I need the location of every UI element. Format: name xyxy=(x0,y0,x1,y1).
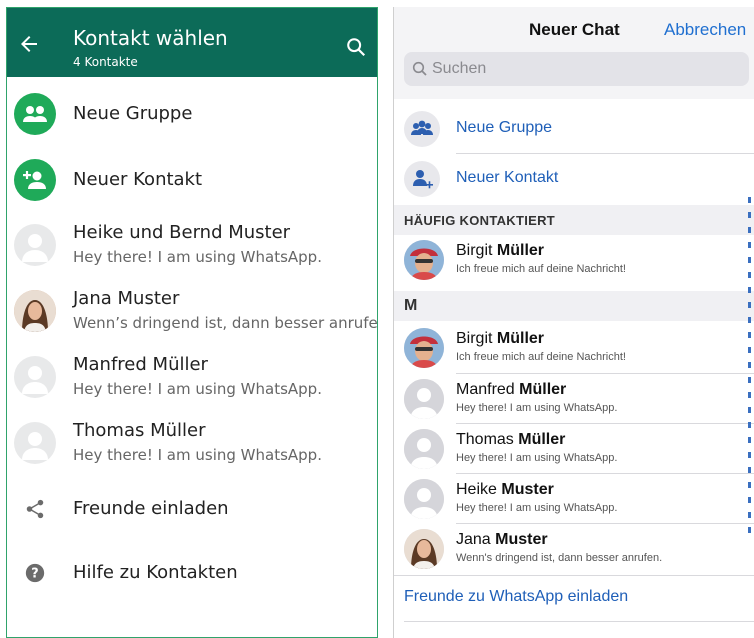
contact-row[interactable]: Manfred Müller Hey there! I am using Wha… xyxy=(7,348,377,408)
contacts-help-label: Hilfe zu Kontakten xyxy=(73,562,238,583)
divider xyxy=(394,575,754,576)
contact-row[interactable]: Thomas Müller Hey there! I am using What… xyxy=(7,414,377,474)
ios-new-chat-screen: Neuer Chat Abbrechen Suchen Neue Gruppe xyxy=(393,7,754,638)
contact-name: Manfred Müller xyxy=(456,381,567,398)
new-contact-label: Neuer Kontakt xyxy=(456,169,559,186)
default-avatar-icon xyxy=(404,379,444,419)
contact-name: Jana Muster xyxy=(73,288,180,309)
contact-name: Birgit Müller xyxy=(456,242,545,259)
new-group-item[interactable]: Neue Gruppe xyxy=(7,85,377,145)
share-icon xyxy=(26,499,44,519)
default-avatar-icon xyxy=(404,479,444,519)
contact-row[interactable]: Jana Muster Wenn's dringend ist, dann be… xyxy=(394,524,754,574)
search-icon[interactable] xyxy=(345,36,367,58)
avatar xyxy=(404,328,444,368)
new-group-label: Neue Gruppe xyxy=(73,103,193,124)
android-app-bar: Kontakt wählen 4 Kontakte xyxy=(7,8,377,77)
section-letter: M xyxy=(404,297,418,314)
invite-friends-label: Freunde einladen xyxy=(73,498,229,519)
avatar xyxy=(14,290,56,332)
contact-status: Hey there! I am using WhatsApp. xyxy=(456,402,618,414)
contact-name: Heike Muster xyxy=(456,481,554,498)
avatar xyxy=(404,529,444,569)
default-avatar-icon xyxy=(14,224,56,266)
ios-navigation-bar: Neuer Chat Abbrechen Suchen xyxy=(394,7,754,99)
search-input[interactable]: Suchen xyxy=(404,52,749,86)
contact-status: Wenn’s dringend ist, dann besser anrufen… xyxy=(73,314,378,332)
contact-status: Wenn's dringend ist, dann besser anrufen… xyxy=(456,552,663,564)
contact-status: Ich freue mich auf deine Nachricht! xyxy=(456,263,626,275)
new-contact-item[interactable]: Neuer Kontakt xyxy=(7,151,377,211)
contact-name: Birgit Müller xyxy=(456,330,545,347)
back-arrow-icon[interactable] xyxy=(17,32,41,56)
new-contact-item[interactable]: Neuer Kontakt xyxy=(394,154,754,204)
invite-friends-link[interactable]: Freunde zu WhatsApp einladen xyxy=(404,588,628,606)
contact-row[interactable]: Birgit Müller Ich freue mich auf deine N… xyxy=(394,323,754,373)
avatar xyxy=(404,240,444,280)
page-title: Kontakt wählen xyxy=(73,26,228,50)
new-group-label: Neue Gruppe xyxy=(456,119,553,136)
new-group-item[interactable]: Neue Gruppe xyxy=(394,104,754,154)
invite-friends-item[interactable]: Freunde einladen xyxy=(7,480,377,540)
contact-row[interactable]: Heike Muster Hey there! I am using Whats… xyxy=(394,474,754,524)
contact-count: 4 Kontakte xyxy=(73,55,138,69)
section-title: HÄUFIG KONTAKTIERT xyxy=(404,213,556,228)
contact-status: Hey there! I am using WhatsApp. xyxy=(73,380,322,398)
contact-status: Hey there! I am using WhatsApp. xyxy=(456,502,618,514)
android-contact-picker: Kontakt wählen 4 Kontakte Neue Gruppe Ne… xyxy=(6,7,378,638)
default-avatar-icon xyxy=(404,429,444,469)
section-header-m: M xyxy=(394,291,754,321)
contact-name: Thomas Müller xyxy=(73,420,206,441)
help-icon: ? xyxy=(25,563,45,583)
add-person-icon xyxy=(404,161,440,197)
add-person-icon xyxy=(14,159,56,201)
cancel-button[interactable]: Abbrechen xyxy=(664,20,746,40)
contact-name: Heike und Bernd Muster xyxy=(73,222,291,243)
contact-status: Hey there! I am using WhatsApp. xyxy=(73,446,322,464)
contact-status: Hey there! I am using WhatsApp. xyxy=(456,452,618,464)
search-icon xyxy=(412,61,427,76)
contact-row[interactable]: Manfred Müller Hey there! I am using Wha… xyxy=(394,374,754,424)
divider xyxy=(404,621,754,622)
contact-status: Hey there! I am using WhatsApp. xyxy=(73,248,322,266)
contact-row[interactable]: Heike und Bernd Muster Hey there! I am u… xyxy=(7,216,377,276)
new-contact-label: Neuer Kontakt xyxy=(73,169,203,190)
group-icon xyxy=(404,111,440,147)
contact-status: Ich freue mich auf deine Nachricht! xyxy=(456,351,626,363)
section-index-bar[interactable] xyxy=(748,197,752,577)
contact-name: Jana Muster xyxy=(456,531,548,548)
contact-name: Manfred Müller xyxy=(73,354,208,375)
page-title: Neuer Chat xyxy=(529,20,620,39)
contact-row[interactable]: Jana Muster Wenn’s dringend ist, dann be… xyxy=(7,282,377,342)
group-icon xyxy=(14,93,56,135)
contact-name: Thomas Müller xyxy=(456,431,566,448)
default-avatar-icon xyxy=(14,356,56,398)
search-placeholder: Suchen xyxy=(432,60,487,77)
svg-text:?: ? xyxy=(31,567,38,582)
contacts-help-item[interactable]: ? Hilfe zu Kontakten xyxy=(7,544,377,604)
contact-row[interactable]: Birgit Müller Ich freue mich auf deine N… xyxy=(394,235,754,285)
default-avatar-icon xyxy=(14,422,56,464)
contact-row[interactable]: Thomas Müller Hey there! I am using What… xyxy=(394,424,754,474)
section-header-frequent: HÄUFIG KONTAKTIERT xyxy=(394,205,754,235)
